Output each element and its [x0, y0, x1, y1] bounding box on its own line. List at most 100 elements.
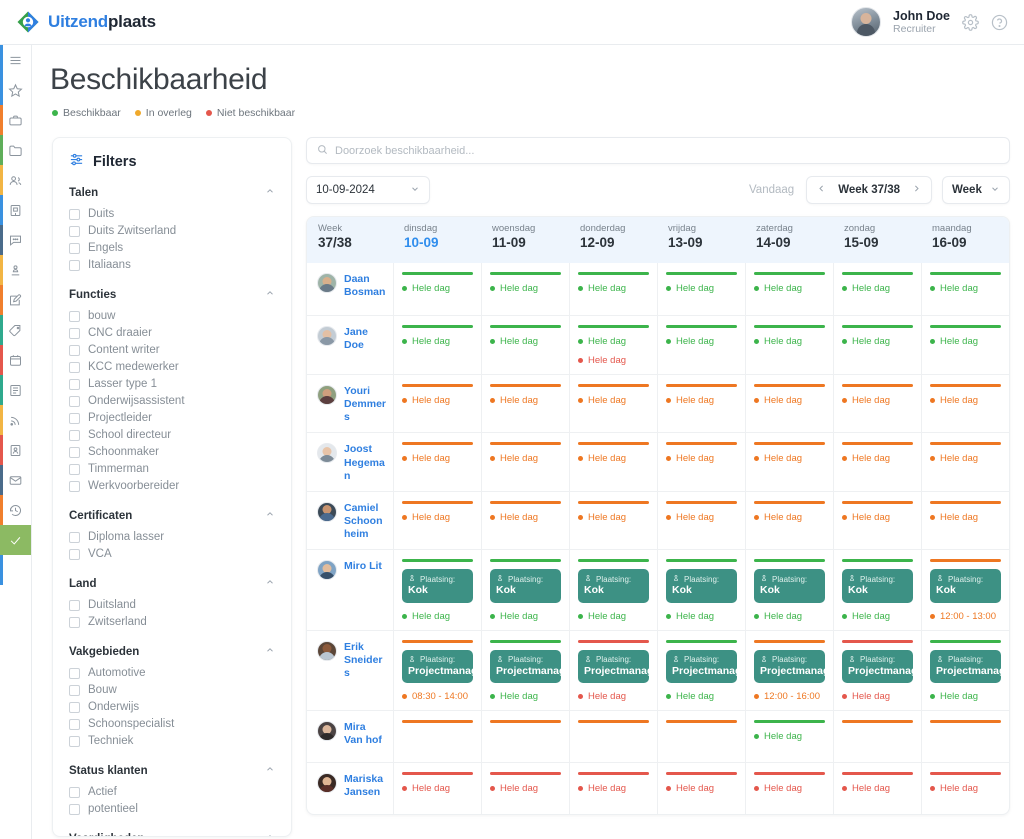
- filter-option[interactable]: Zwitserland: [69, 614, 275, 631]
- filter-option[interactable]: Schoonspecialist: [69, 716, 275, 733]
- availability-slot[interactable]: Hele dag: [930, 783, 1001, 794]
- rail-item-building[interactable]: [0, 195, 31, 225]
- rail-item-hamburger-menu[interactable]: [0, 45, 31, 75]
- filter-option[interactable]: Lasser type 1: [69, 376, 275, 393]
- filter-checkbox[interactable]: [69, 328, 80, 339]
- placement-card[interactable]: Plaatsing:Projectmanager: [666, 650, 737, 684]
- filter-group-header-2[interactable]: Certificaten: [69, 509, 275, 522]
- calendar-person-cell[interactable]: Youri Demmers: [307, 375, 393, 432]
- calendar-day-cell[interactable]: Plaatsing:Projectmanager08:30 - 14:00: [393, 631, 481, 711]
- avatar[interactable]: [317, 502, 337, 522]
- filter-checkbox[interactable]: [69, 685, 80, 696]
- availability-slot[interactable]: Hele dag: [490, 336, 561, 347]
- rail-item-calendar[interactable]: [0, 345, 31, 375]
- calendar-day-cell[interactable]: Hele dag: [481, 492, 569, 549]
- person-name[interactable]: Mariska Jansen: [344, 773, 387, 799]
- availability-slot[interactable]: Hele dag: [402, 336, 473, 347]
- availability-slot[interactable]: 08:30 - 14:00: [402, 691, 473, 702]
- rail-item-folder[interactable]: [0, 135, 31, 165]
- rail-item-users[interactable]: [0, 165, 31, 195]
- calendar-day-cell[interactable]: Hele dag: [393, 433, 481, 490]
- search-input[interactable]: Doorzoek beschikbaarheid...: [335, 145, 474, 157]
- calendar-day-cell[interactable]: Plaatsing:Kok12:00 - 13:00: [921, 550, 1009, 630]
- calendar-day-cell[interactable]: Hele dag: [481, 433, 569, 490]
- placement-card[interactable]: Plaatsing:Projectmanager: [754, 650, 825, 684]
- question-circle-icon[interactable]: [991, 14, 1008, 31]
- availability-slot[interactable]: Hele dag: [666, 512, 737, 523]
- placement-card[interactable]: Plaatsing:Kok: [842, 569, 913, 603]
- calendar-header-day-3[interactable]: vrijdag13-09: [657, 217, 745, 263]
- availability-slot[interactable]: Hele dag: [930, 395, 1001, 406]
- placement-card[interactable]: Plaatsing:Projectmanager: [578, 650, 649, 684]
- availability-slot[interactable]: Hele dag: [490, 611, 561, 622]
- calendar-day-cell[interactable]: Hele dag: [657, 492, 745, 549]
- filter-checkbox[interactable]: [69, 804, 80, 815]
- availability-slot[interactable]: Hele dag: [402, 611, 473, 622]
- calendar-person-cell[interactable]: Joost Hegeman: [307, 433, 393, 490]
- filter-option[interactable]: CNC draaier: [69, 325, 275, 342]
- chevron-up-icon[interactable]: [265, 186, 275, 199]
- date-select[interactable]: 10-09-2024: [306, 176, 430, 204]
- filter-checkbox[interactable]: [69, 362, 80, 373]
- chevron-up-icon[interactable]: [265, 645, 275, 658]
- calendar-day-cell[interactable]: Plaatsing:KokHele dag: [657, 550, 745, 630]
- chevron-up-icon[interactable]: [265, 577, 275, 590]
- filter-checkbox[interactable]: [69, 787, 80, 798]
- rail-item-mail[interactable]: [0, 465, 31, 495]
- availability-slot[interactable]: Hele dag: [842, 453, 913, 464]
- calendar-day-cell[interactable]: Hele dag: [833, 492, 921, 549]
- availability-slot[interactable]: Hele dag: [754, 283, 825, 294]
- chevron-up-icon[interactable]: [265, 288, 275, 301]
- availability-slot[interactable]: Hele dag: [666, 336, 737, 347]
- calendar-day-cell[interactable]: [569, 711, 657, 762]
- calendar-person-cell[interactable]: Jane Doe: [307, 316, 393, 374]
- avatar[interactable]: [317, 560, 337, 580]
- calendar-day-cell[interactable]: Hele dag: [833, 316, 921, 374]
- calendar-day-cell[interactable]: Hele dag: [745, 375, 833, 432]
- availability-slot[interactable]: Hele dag: [578, 783, 649, 794]
- avatar[interactable]: [317, 326, 337, 346]
- filter-checkbox[interactable]: [69, 668, 80, 679]
- today-button[interactable]: Vandaag: [749, 184, 796, 196]
- chevron-up-icon[interactable]: [265, 509, 275, 522]
- calendar-day-cell[interactable]: Hele dag: [745, 492, 833, 549]
- placement-card[interactable]: Plaatsing:Projectmanager: [842, 650, 913, 684]
- calendar-day-cell[interactable]: Hele dag: [833, 763, 921, 814]
- calendar-header-day-1[interactable]: woensdag11-09: [481, 217, 569, 263]
- person-name[interactable]: Joost Hegeman: [344, 443, 387, 482]
- calendar-day-cell[interactable]: Hele dag: [745, 763, 833, 814]
- user-info[interactable]: John Doe Recruiter: [893, 9, 950, 35]
- filter-checkbox[interactable]: [69, 345, 80, 356]
- availability-slot[interactable]: Hele dag: [754, 731, 825, 742]
- availability-slot[interactable]: Hele dag: [490, 783, 561, 794]
- filter-option[interactable]: bouw: [69, 308, 275, 325]
- calendar-day-cell[interactable]: [921, 711, 1009, 762]
- availability-slot[interactable]: Hele dag: [490, 395, 561, 406]
- calendar-day-cell[interactable]: Hele dag: [569, 375, 657, 432]
- chevron-right-icon[interactable]: [912, 184, 921, 196]
- availability-slot[interactable]: Hele dag: [578, 283, 649, 294]
- filter-checkbox[interactable]: [69, 226, 80, 237]
- availability-slot[interactable]: Hele dag: [666, 395, 737, 406]
- availability-slot[interactable]: Hele dag: [402, 395, 473, 406]
- rail-item-contact-card[interactable]: [0, 435, 31, 465]
- calendar-day-cell[interactable]: Plaatsing:Projectmanager Hele dag: [833, 631, 921, 711]
- availability-slot[interactable]: Hele dag: [842, 691, 913, 702]
- placement-card[interactable]: Plaatsing:Kok: [666, 569, 737, 603]
- calendar-day-cell[interactable]: Hele dag: [393, 492, 481, 549]
- calendar-day-cell[interactable]: Hele dag: [833, 375, 921, 432]
- calendar-header-day-0[interactable]: dinsdag10-09: [393, 217, 481, 263]
- availability-slot[interactable]: Hele dag: [754, 611, 825, 622]
- filter-checkbox[interactable]: [69, 549, 80, 560]
- calendar-day-cell[interactable]: Plaatsing:ProjectmanagerHele dag: [481, 631, 569, 711]
- availability-slot[interactable]: Hele dag: [666, 691, 737, 702]
- availability-slot[interactable]: Hele dag: [490, 691, 561, 702]
- calendar-day-cell[interactable]: Hele dag: [569, 492, 657, 549]
- person-name[interactable]: Jane Doe: [344, 326, 387, 352]
- availability-slot[interactable]: Hele dag: [930, 336, 1001, 347]
- avatar[interactable]: [317, 443, 337, 463]
- rail-item-person-pin[interactable]: [0, 255, 31, 285]
- avatar[interactable]: [317, 773, 337, 793]
- rail-item-briefcase[interactable]: [0, 105, 31, 135]
- calendar-day-cell[interactable]: Hele dag: [745, 316, 833, 374]
